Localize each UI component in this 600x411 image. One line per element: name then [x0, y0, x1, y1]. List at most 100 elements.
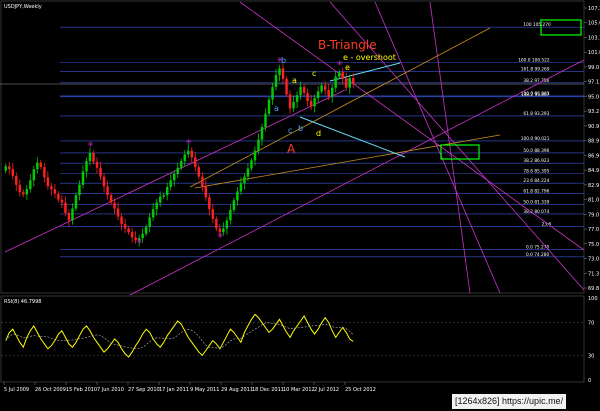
fib-label: 138.2 95.867: [521, 92, 550, 98]
candle-body: [15, 175, 18, 185]
candle-body: [92, 152, 95, 162]
y-tick-label: 81.0: [588, 198, 599, 204]
candle-body: [95, 161, 99, 168]
fib-label: 38.2 80.074: [523, 209, 549, 215]
candle-body: [25, 189, 29, 195]
candle-body: [102, 176, 106, 187]
price-chart[interactable]: 100 105.270 100.0 100.522 161.8 99.269 38.2…: [0, 0, 600, 411]
candle-body: [260, 126, 264, 140]
candle-body: [180, 161, 183, 168]
y-tick-label: 97.1: [588, 80, 599, 86]
wave-label-d: d: [316, 129, 321, 138]
candle-body: [197, 167, 201, 177]
swing-marker: ✳: [87, 140, 94, 149]
candle-body: [190, 150, 194, 158]
candle-body: [264, 113, 267, 127]
candle-body: [292, 101, 295, 109]
fib-label: 161.8 99.269: [521, 67, 550, 73]
fib-label: 100.0 90.021: [521, 136, 550, 142]
target-box-lower: [440, 144, 480, 160]
candle-body: [183, 154, 186, 162]
candle-body: [123, 224, 127, 229]
candle-body: [253, 150, 257, 161]
candle-body: [144, 227, 148, 234]
candle-body: [320, 85, 323, 92]
chart-window: 100 105.270 100.0 100.522 161.8 99.269 38.2…: [0, 0, 600, 411]
x-tick-label: 29 Aug 2011: [221, 387, 253, 393]
candle-body: [116, 208, 120, 217]
candle-body: [176, 167, 179, 174]
y-tick-label: 101.0: [588, 50, 600, 56]
candle-body: [53, 189, 57, 194]
y-tick-label: 105.6: [588, 21, 600, 27]
y-tick-label: 90.9: [588, 124, 599, 130]
candle-body: [295, 95, 299, 102]
candle-body: [39, 162, 43, 168]
candles: [4, 63, 355, 247]
candle-body: [85, 161, 88, 172]
candle-body: [18, 184, 22, 193]
candle-body: [302, 86, 306, 93]
y-tick-label: 79.0: [588, 212, 599, 218]
candle-body: [232, 200, 236, 210]
candle-body: [211, 209, 215, 219]
fib-label: 23.6 84.224: [523, 178, 549, 184]
fib-label: 100.0 100.522: [518, 57, 550, 63]
candle-body: [344, 78, 348, 88]
candle-body: [46, 177, 50, 187]
candle-body: [313, 98, 316, 107]
candle-body: [162, 195, 165, 197]
candle-body: [148, 217, 151, 228]
candle-body: [250, 160, 253, 169]
candle-body: [348, 78, 351, 88]
candle-body: [158, 196, 162, 203]
y-tick-label: 103.1: [588, 35, 600, 41]
candle-body: [341, 72, 344, 79]
candle-body: [43, 167, 46, 178]
rsi-tick-label: 0: [588, 378, 591, 384]
candle-body: [239, 183, 243, 192]
candle-body: [274, 75, 278, 87]
candle-body: [57, 193, 60, 200]
channel-lower-line: [129, 59, 585, 296]
wave-label-b: b: [281, 56, 286, 65]
price-axis: 107.3 105.6 103.1 101.0 99.0 97.1 95.0 93.2 90.9…: [584, 6, 600, 292]
candle-body: [225, 220, 229, 229]
candle-body: [236, 191, 239, 201]
wave-label-sub-b: b: [298, 124, 303, 133]
candle-body: [285, 78, 288, 95]
candle-body: [278, 68, 281, 76]
swing-marker: ✳: [185, 138, 192, 147]
x-tick-label: 26 Oct 2009: [35, 387, 66, 393]
candle-body: [106, 186, 109, 196]
x-tick-label: 18 Dec 2011: [252, 387, 284, 393]
x-tick-label: 5 Jul 2009: [4, 387, 29, 393]
fib-label: 78.6 85.395: [523, 169, 549, 175]
candle-body: [165, 187, 169, 196]
candle-body: [327, 89, 330, 97]
candle-body: [88, 152, 92, 162]
candle-body: [334, 76, 337, 88]
fib-label: 61.8 93.293: [523, 111, 549, 117]
candle-body: [155, 202, 158, 210]
y-tick-label: 88.9: [588, 139, 599, 145]
y-tick-label: 99.0: [588, 65, 599, 71]
x-tick-label: 17 Jan 2011: [159, 387, 189, 393]
wave-label-sub-c: c: [288, 126, 292, 135]
wave-label-a: a: [292, 76, 297, 85]
candle-body: [113, 202, 116, 209]
candle-body: [243, 176, 246, 184]
fib-label: 38.2 86.923: [523, 158, 549, 164]
y-tick-label: 75.0: [588, 242, 599, 248]
candle-body: [60, 199, 64, 203]
watermark: [1264x826] https://upic.me/: [452, 394, 567, 409]
candle-body: [281, 68, 285, 79]
candle-body: [306, 92, 309, 102]
candle-body: [267, 99, 271, 114]
candle-body: [288, 94, 292, 109]
swing-marker: ✳: [217, 231, 224, 240]
candle-body: [151, 209, 155, 218]
candle-body: [316, 91, 320, 99]
candle-body: [130, 232, 134, 238]
rsi-tick-label: 70: [588, 321, 594, 327]
